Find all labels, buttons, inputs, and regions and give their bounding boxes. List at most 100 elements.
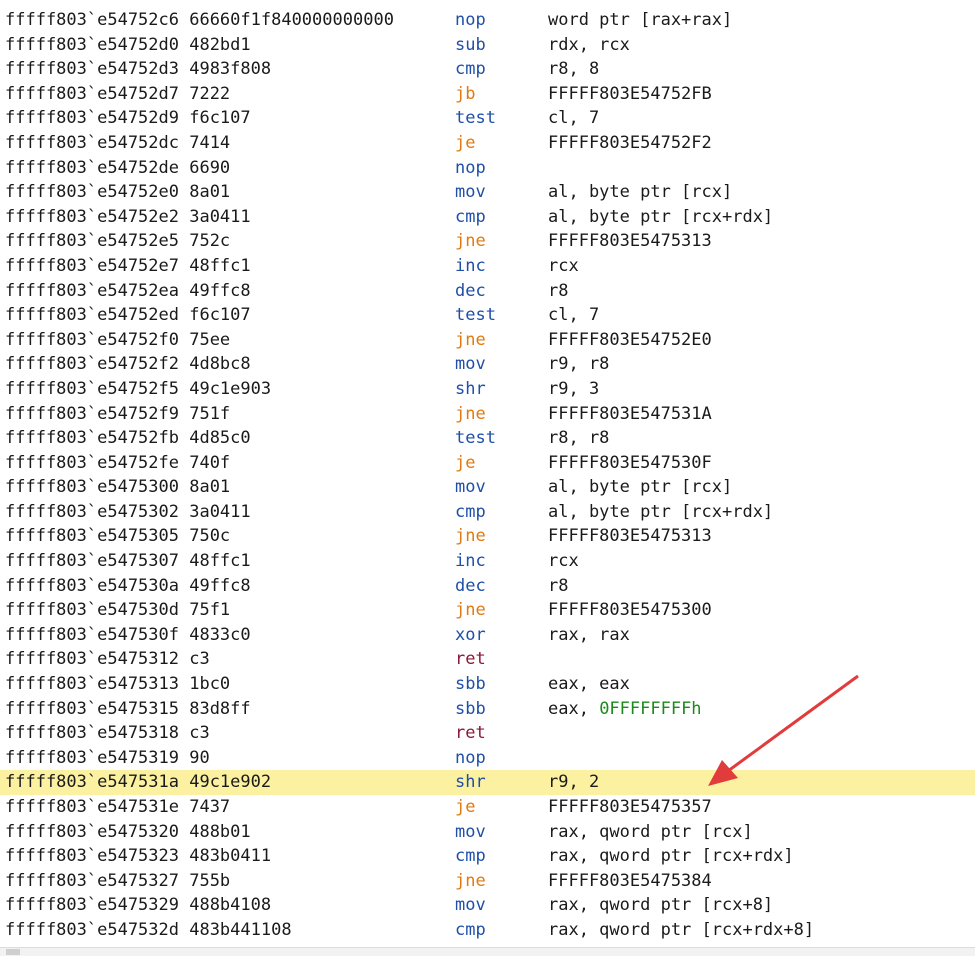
- disasm-row[interactable]: fffff803`e5475320 488b01 mov rax, qword pt…: [0, 820, 975, 845]
- disasm-row[interactable]: fffff803`e54752dc 7414 je FFFFF803E54752F2: [0, 131, 975, 156]
- address-bytes: fffff803`e5475300 8a01: [5, 477, 231, 498]
- disasm-row[interactable]: fffff803`e5475315 83d8ff sbb eax, 0FFFFFFF…: [0, 697, 975, 722]
- address-bytes: fffff803`e54752e0 8a01: [5, 182, 231, 203]
- operand-text: FFFFF803E5475300: [548, 600, 712, 621]
- address-bytes: fffff803`e547531e 7437: [5, 797, 231, 817]
- operands: rdx, rcx: [548, 33, 630, 58]
- operand-text: rcx: [548, 255, 579, 276]
- operand-text: rax, qword ptr [rcx+rdx+8]: [548, 919, 815, 940]
- mnemonic: je: [455, 452, 476, 473]
- disasm-row[interactable]: fffff803`e54752de 6690 nop: [0, 156, 975, 181]
- address-bytes: fffff803`e5475318 c3: [5, 723, 210, 744]
- operand-text: al, byte ptr [rcx+rdx]: [548, 206, 774, 227]
- disasm-row[interactable]: fffff803`e5475302 3a0411 cmp al, byte ptr …: [0, 500, 975, 525]
- disasm-row[interactable]: fffff803`e5475307 48ffc1 inc rcx: [0, 549, 975, 574]
- disasm-row[interactable]: fffff803`e54752f9 751f jne FFFFF803E547531…: [0, 402, 975, 427]
- disasm-row[interactable]: fffff803`e54752fe 740f je FFFFF803E547530F: [0, 451, 975, 476]
- disasm-row[interactable]: fffff803`e5475313 1bc0 sbb eax, eax: [0, 672, 975, 697]
- address-bytes: fffff803`e54752f5 49c1e903: [5, 378, 272, 399]
- operand-text: r8, 8: [548, 59, 600, 80]
- operands: FFFFF803E5475384: [548, 869, 712, 894]
- mnemonic: xor: [455, 624, 486, 645]
- operand-text: cl, 7: [548, 305, 600, 326]
- disasm-row[interactable]: fffff803`e54752fb 4d85c0 test r8, r8: [0, 426, 975, 451]
- operands: FFFFF803E547531A: [548, 402, 712, 427]
- operands: rax, qword ptr [rcx+rdx]: [548, 844, 794, 869]
- disasm-row[interactable]: fffff803`e54752ea 49ffc8 dec r8: [0, 279, 975, 304]
- address-bytes: fffff803`e54752d3 4983f808: [5, 59, 272, 80]
- operand-text: FFFFF803E5475313: [548, 231, 712, 252]
- disasm-row[interactable]: fffff803`e5475318 c3 ret: [0, 721, 975, 746]
- address-bytes: fffff803`e547532d 483b441108: [5, 919, 292, 940]
- address-bytes: fffff803`e54752c6 66660f1f840000000000: [5, 10, 394, 30]
- operands: r9, 2: [548, 770, 599, 795]
- disasm-row[interactable]: fffff803`e547530a 49ffc8 dec r8: [0, 574, 975, 599]
- operand-text: eax,: [548, 698, 600, 719]
- disasm-row[interactable]: fffff803`e54752d7 7222 jb FFFFF803E54752FB: [0, 82, 975, 107]
- disasm-row[interactable]: fffff803`e5475323 483b0411 cmp rax, qword …: [0, 844, 975, 869]
- address-bytes: fffff803`e5475327 755b: [5, 870, 231, 891]
- address-bytes: fffff803`e5475315 83d8ff: [5, 698, 251, 719]
- mnemonic: ret: [455, 723, 486, 744]
- operand-text: r9, 3: [548, 378, 600, 399]
- disasm-row[interactable]: fffff803`e54752e0 8a01 mov al, byte ptr [r…: [0, 180, 975, 205]
- mnemonic: inc: [455, 551, 486, 572]
- address-bytes: fffff803`e54752dc 7414: [5, 132, 231, 153]
- disasm-row[interactable]: fffff803`e547530d 75f1 jne FFFFF803E547530…: [0, 598, 975, 623]
- disasm-row[interactable]: fffff803`e547531e 7437 je FFFFF803E5475357: [0, 795, 975, 820]
- operands: al, byte ptr [rcx]: [548, 180, 732, 205]
- disasm-row[interactable]: fffff803`e547532d 483b441108 cmp rax, qwor…: [0, 918, 975, 943]
- operands: rax, rax: [548, 623, 630, 648]
- operand-text: r8: [548, 280, 569, 301]
- horizontal-scrollbar[interactable]: [0, 947, 975, 956]
- disasm-row[interactable]: fffff803`e54752d9 f6c107 test cl, 7: [0, 106, 975, 131]
- operand-text: rcx: [548, 551, 579, 572]
- operands: rcx: [548, 254, 579, 279]
- scrollbar-thumb[interactable]: [6, 949, 20, 955]
- mnemonic: cmp: [455, 919, 486, 940]
- operands: al, byte ptr [rcx]: [548, 475, 732, 500]
- address-bytes: fffff803`e54752e5 752c: [5, 231, 231, 252]
- disasm-row-selected[interactable]: fffff803`e547531a 49c1e902 shr r9, 2: [0, 770, 975, 795]
- operands: rcx: [548, 549, 579, 574]
- operands: r8: [548, 279, 568, 304]
- mnemonic: test: [455, 428, 496, 449]
- operands: FFFFF803E54752FB: [548, 82, 712, 107]
- disasm-row[interactable]: fffff803`e5475319 90 nop: [0, 746, 975, 771]
- operand-text: r8, r8: [548, 428, 610, 449]
- disasm-row[interactable]: fffff803`e54752e7 48ffc1 inc rcx: [0, 254, 975, 279]
- disasm-row[interactable]: fffff803`e5475327 755b jne FFFFF803E547538…: [0, 869, 975, 894]
- address-bytes: fffff803`e5475307 48ffc1: [5, 551, 251, 572]
- operand-text: cl, 7: [548, 108, 600, 129]
- operands: rax, qword ptr [rcx+8]: [548, 893, 773, 918]
- disasm-row[interactable]: fffff803`e54752e2 3a0411 cmp al, byte ptr …: [0, 205, 975, 230]
- disasm-row[interactable]: fffff803`e54752c6 66660f1f840000000000 no…: [0, 8, 975, 33]
- operands: eax, 0FFFFFFFFh: [548, 697, 702, 722]
- address-bytes: fffff803`e5475319 90: [5, 747, 210, 768]
- disasm-row[interactable]: fffff803`e547530f 4833c0 xor rax, rax: [0, 623, 975, 648]
- mnemonic: mov: [455, 895, 486, 916]
- disasm-row[interactable]: fffff803`e54752d0 482bd1 sub rdx, rcx: [0, 33, 975, 58]
- disasm-row[interactable]: fffff803`e54752e5 752c jne FFFFF803E547531…: [0, 229, 975, 254]
- disasm-row[interactable]: fffff803`e5475305 750c jne FFFFF803E547531…: [0, 524, 975, 549]
- disasm-row[interactable]: fffff803`e54752d3 4983f808 cmp r8, 8: [0, 57, 975, 82]
- mnemonic: cmp: [455, 206, 486, 227]
- address-bytes: fffff803`e54752de 6690: [5, 157, 231, 178]
- disasm-row[interactable]: fffff803`e5475329 488b4108 mov rax, qword …: [0, 893, 975, 918]
- disasm-row[interactable]: fffff803`e54752f0 75ee jne FFFFF803E54752E…: [0, 328, 975, 353]
- disassembly-listing: fffff803`e54752c6 66660f1f840000000000 no…: [0, 8, 975, 943]
- operand-text: r9, 2: [548, 772, 600, 793]
- disasm-row[interactable]: fffff803`e5475300 8a01 mov al, byte ptr [r…: [0, 475, 975, 500]
- address-bytes: fffff803`e547530d 75f1: [5, 600, 231, 621]
- disasm-row[interactable]: fffff803`e54752f5 49c1e903 shr r9, 3: [0, 377, 975, 402]
- disasm-row[interactable]: fffff803`e54752f2 4d8bc8 mov r9, r8: [0, 352, 975, 377]
- address-bytes: fffff803`e54752e7 48ffc1: [5, 255, 251, 276]
- disasm-row[interactable]: fffff803`e5475312 c3 ret: [0, 647, 975, 672]
- operands: al, byte ptr [rcx+rdx]: [548, 205, 773, 230]
- operand-text: FFFFF803E547531A: [548, 403, 712, 424]
- mnemonic: inc: [455, 255, 486, 276]
- mnemonic: sbb: [455, 674, 486, 695]
- operands: word ptr [rax+rax]: [548, 8, 732, 33]
- address-bytes: fffff803`e5475313 1bc0: [5, 674, 231, 695]
- disasm-row[interactable]: fffff803`e54752ed f6c107 test cl, 7: [0, 303, 975, 328]
